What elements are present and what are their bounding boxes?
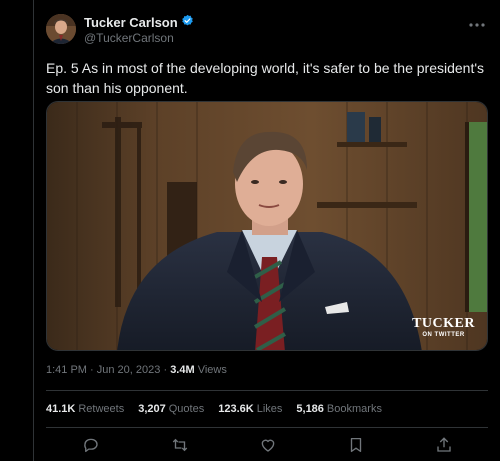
share-button[interactable] xyxy=(435,436,453,454)
divider-top xyxy=(46,390,488,391)
quotes-label: Quotes xyxy=(168,403,205,415)
more-options-button[interactable] xyxy=(465,16,489,34)
video-thumbnail xyxy=(47,102,487,350)
author-name[interactable]: Tucker Carlson xyxy=(84,15,178,30)
reply-button[interactable] xyxy=(82,436,100,454)
column-border xyxy=(33,0,34,461)
likes-label: Likes xyxy=(256,403,283,415)
likes-stat[interactable]: 123.6K Likes xyxy=(218,403,282,415)
retweets-stat[interactable]: 41.1K Retweets xyxy=(46,403,124,415)
tweet-date[interactable]: Jun 20, 2023 xyxy=(97,364,161,376)
retweet-icon xyxy=(172,438,188,452)
views-label: Views xyxy=(197,364,227,376)
bookmark-icon xyxy=(350,437,362,453)
likes-count: 123.6K xyxy=(218,403,254,415)
avatar-image xyxy=(46,14,76,44)
tweet-video[interactable]: TUCKER ON TWITTER xyxy=(46,101,488,351)
bookmarks-label: Bookmarks xyxy=(326,403,382,415)
retweets-label: Retweets xyxy=(78,403,125,415)
quotes-stat[interactable]: 3,207 Quotes xyxy=(138,403,204,415)
divider-bottom xyxy=(46,427,488,428)
author-name-row[interactable]: Tucker Carlson xyxy=(84,14,194,30)
bookmarks-count: 5,186 xyxy=(296,403,324,415)
watermark-title: TUCKER xyxy=(412,316,475,331)
quotes-count: 3,207 xyxy=(138,403,166,415)
tweet-stats: 41.1K Retweets 3,207 Quotes 123.6K Likes 5,… xyxy=(46,403,382,415)
video-watermark: TUCKER ON TWITTER xyxy=(412,316,475,339)
action-bar xyxy=(46,436,488,456)
retweet-button[interactable] xyxy=(171,436,189,454)
like-button[interactable] xyxy=(259,436,277,454)
meta-separator: · xyxy=(90,364,94,376)
meta-separator-2: · xyxy=(163,364,168,376)
avatar[interactable] xyxy=(46,14,76,44)
tweet-meta: 1:41 PM · Jun 20, 2023 · 3.4M Views xyxy=(46,364,227,376)
views-count: 3.4M xyxy=(170,364,195,376)
tweet-time[interactable]: 1:41 PM xyxy=(46,364,87,376)
bookmark-button[interactable] xyxy=(347,436,365,454)
share-icon xyxy=(437,437,451,452)
tweet-text: Ep. 5 As in most of the developing world… xyxy=(46,60,485,96)
like-icon xyxy=(261,439,275,452)
author-handle[interactable]: @TuckerCarlson xyxy=(84,31,174,45)
bookmarks-stat[interactable]: 5,186 Bookmarks xyxy=(296,403,382,415)
ellipsis-icon xyxy=(469,23,485,27)
watermark-subtitle: ON TWITTER xyxy=(422,332,465,338)
reply-icon xyxy=(84,438,98,453)
verified-badge-icon xyxy=(181,14,194,30)
retweets-count: 41.1K xyxy=(46,403,76,415)
